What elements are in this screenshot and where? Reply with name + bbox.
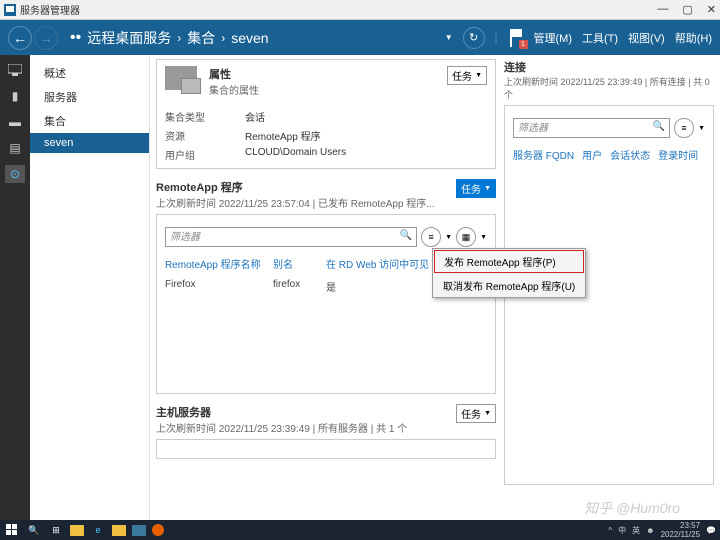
taskview-icon[interactable]: ⊞ [48,523,64,537]
maximize-button[interactable]: ▢ [682,3,692,16]
firefox-icon[interactable] [152,524,164,536]
remoteapp-filter-input[interactable]: 筛选器🔍 [165,227,417,247]
menu-publish-remoteapp[interactable]: 发布 RemoteApp 程序(P) [434,250,584,273]
properties-tasks-button[interactable]: 任务▼ [447,66,487,85]
filter-btn-2[interactable]: ▦ [456,227,476,247]
breadcrumb-0[interactable]: 远程桌面服务 [87,28,171,48]
remoteapp-sub: 上次刷新时间 2022/11/25 23:57:04 | 已发布 RemoteA… [156,195,496,210]
menu-help[interactable]: 帮助(H) [675,30,712,46]
sidebar-item-seven[interactable]: seven [30,133,149,153]
bullet-icon: •• [70,29,81,47]
filter-btn-1[interactable]: ≡ [421,227,441,247]
explorer-icon[interactable] [70,525,84,536]
hosts-section: 任务▼ 主机服务器 上次刷新时间 2022/11/25 23:39:49 | 所… [156,404,496,459]
store-icon[interactable] [112,525,126,536]
search-icon[interactable]: 🔍 [26,523,42,537]
watermark: 知乎 @Hum0ro [584,498,680,518]
clock-time[interactable]: 23:57 [661,521,700,530]
hosts-tasks-button[interactable]: 任务▼ [456,404,496,423]
window-title: 服务器管理器 [20,2,657,17]
rail-dashboard-icon[interactable] [5,61,25,79]
properties-sub: 集合的属性 [209,82,259,97]
start-button[interactable] [4,523,20,537]
chevron-icon: › [221,31,225,45]
separator: | [495,32,498,44]
ime-lang1[interactable]: 中 [618,525,626,536]
sidebar: 概述 服务器 集合 seven [30,55,150,520]
sidebar-item-overview[interactable]: 概述 [30,61,149,85]
ime-lang2[interactable]: 英 [632,525,640,536]
breadcrumb-2[interactable]: seven [231,30,268,46]
app-icon [4,4,16,16]
forward-button[interactable]: → [34,26,58,50]
sidebar-item-collections[interactable]: 集合 [30,109,149,133]
hosts-title: 主机服务器 [156,404,496,420]
tray-up-icon[interactable]: ^ [608,526,612,535]
rail-rds-icon[interactable]: ⊙ [5,165,25,183]
properties-card: 任务▼ 属性 集合的属性 集合类型会话 资源RemoteApp 程序 用户组CL… [156,59,496,169]
header: ← → •• 远程桌面服务 › 集合 › seven ▼ ↻ | 1 管理(M)… [0,20,720,55]
sidebar-item-servers[interactable]: 服务器 [30,85,149,109]
menu-view[interactable]: 视图(V) [628,30,665,46]
edge-icon[interactable]: e [90,523,106,537]
clock-date[interactable]: 2022/11/25 [661,530,700,539]
refresh-button[interactable]: ↻ [463,27,485,49]
properties-icon [165,66,197,90]
menu-unpublish-remoteapp[interactable]: 取消发布 RemoteApp 程序(U) [433,274,585,297]
tasks-dropdown-menu: 发布 RemoteApp 程序(P) 取消发布 RemoteApp 程序(U) [432,248,586,298]
remoteapp-title: RemoteApp 程序 [156,179,496,195]
dropdown-icon[interactable]: ▼ [445,33,453,42]
minimize-button[interactable]: — [657,3,668,16]
conn-filter-btn[interactable]: ≡ [674,118,694,138]
close-button[interactable]: ✕ [707,3,716,16]
header-right: ▼ ↻ | 1 管理(M) 工具(T) 视图(V) 帮助(H) [445,27,712,49]
rail-servers-icon[interactable]: ▬ [5,113,25,131]
properties-title: 属性 [209,66,259,82]
rail-files-icon[interactable]: ▤ [5,139,25,157]
hosts-sub: 上次刷新时间 2022/11/25 23:39:49 | 所有服务器 | 共 1… [156,420,496,435]
ime-mode-icon[interactable]: ☻ [646,526,654,535]
notifications-flag-icon[interactable]: 1 [508,29,524,47]
search-icon[interactable]: 🔍 [400,230,412,241]
menu-tools[interactable]: 工具(T) [582,30,618,46]
connections-columns: 服务器 FQDN 用户 会话状态 登录时间 断开连接时 [513,144,705,165]
remoteapp-tasks-button[interactable]: 任务▼ [456,179,496,198]
left-rail: ▮ ▬ ▤ ⊙ [0,55,30,520]
window-controls: — ▢ ✕ [657,3,716,16]
taskbar: 🔍 ⊞ e ^ 中 英 ☻ 23:57 2022/11/25 💬 [0,520,720,540]
rail-local-icon[interactable]: ▮ [5,87,25,105]
breadcrumb: •• 远程桌面服务 › 集合 › seven [70,28,445,48]
chevron-icon: › [177,31,181,45]
connections-title: 连接 [504,59,714,75]
back-button[interactable]: ← [8,26,32,50]
properties-grid: 集合类型会话 资源RemoteApp 程序 用户组CLOUD\Domain Us… [165,107,487,164]
notification-icon[interactable]: 💬 [706,526,716,535]
connections-sub: 上次刷新时间 2022/11/25 23:39:49 | 所有连接 | 共 0 … [504,75,714,101]
connections-filter-input[interactable]: 筛选器🔍 [513,118,670,138]
titlebar: 服务器管理器 — ▢ ✕ [0,0,720,20]
server-manager-icon[interactable] [132,525,146,536]
search-icon[interactable]: 🔍 [653,121,665,132]
menu-manage[interactable]: 管理(M) [534,30,573,46]
remoteapp-filter-bar: 筛选器🔍 ≡▼ ▦▼ [165,227,487,247]
breadcrumb-1[interactable]: 集合 [187,28,215,48]
